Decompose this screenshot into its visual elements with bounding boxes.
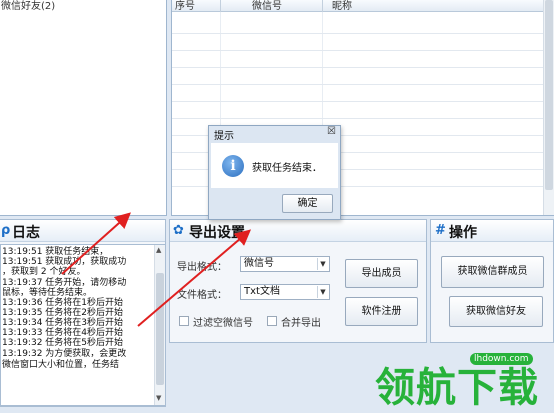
dialog-title: 提示 <box>214 131 234 142</box>
arrow-to-export-panel <box>137 229 252 327</box>
info-dialog: 提示 ☒ i 获取任务结束． 确定 <box>208 125 341 220</box>
dialog-body: i 获取任务结束． <box>211 143 338 188</box>
dialog-ok-button[interactable]: 确定 <box>282 194 333 213</box>
dialog-message: 获取任务结束． <box>252 163 322 174</box>
watermark-site: lhdown.com <box>470 353 533 365</box>
info-icon: i <box>222 155 244 177</box>
close-icon[interactable]: ☒ <box>327 126 336 137</box>
arrow-to-friend-list <box>61 212 131 275</box>
